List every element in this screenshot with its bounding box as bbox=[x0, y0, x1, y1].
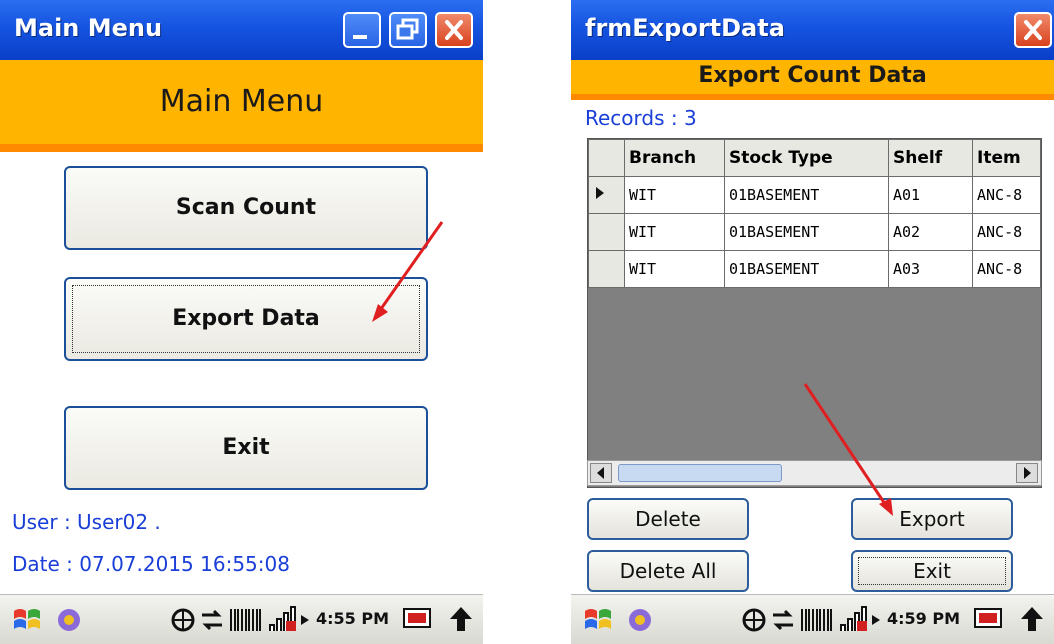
row-header-corner bbox=[588, 139, 625, 177]
table-cell[interactable]: A02 bbox=[888, 213, 973, 251]
main-menu-screen: Main Menu Main Menu Scan Count Export Da… bbox=[0, 0, 483, 644]
close-icon bbox=[1024, 20, 1042, 40]
table-cell[interactable]: 01BASEMENT bbox=[724, 176, 889, 214]
window-title: frmExportData bbox=[585, 14, 785, 42]
records-count: Records : 3 bbox=[585, 106, 697, 130]
column-header[interactable]: Branch bbox=[624, 139, 725, 177]
keyboard-icon[interactable] bbox=[400, 603, 434, 637]
row-selector[interactable] bbox=[588, 213, 625, 251]
start-flag-icon[interactable] bbox=[10, 603, 44, 637]
column-header[interactable]: Stock Type bbox=[724, 139, 889, 177]
user-line: User : User02 . bbox=[12, 510, 161, 534]
table-cell[interactable]: ANC-8 bbox=[972, 176, 1041, 214]
row-selector[interactable] bbox=[588, 250, 625, 288]
close-button[interactable] bbox=[435, 12, 473, 48]
title-bar: frmExportData bbox=[571, 0, 1054, 60]
barcode-icon[interactable] bbox=[228, 603, 264, 637]
table-row[interactable]: WIT 01BASEMENT A02 ANC-8 bbox=[588, 213, 1041, 251]
column-header[interactable]: Shelf bbox=[888, 139, 973, 177]
table-cell[interactable]: 01BASEMENT bbox=[724, 250, 889, 288]
header-banner: Main Menu bbox=[0, 60, 483, 152]
delete-button[interactable]: Delete bbox=[587, 498, 749, 540]
focus-rect bbox=[72, 285, 420, 353]
minimize-button[interactable] bbox=[343, 12, 381, 48]
delete-all-button[interactable]: Delete All bbox=[587, 550, 749, 592]
battery-signal-icon[interactable] bbox=[266, 603, 298, 637]
table-cell[interactable]: ANC-8 bbox=[972, 213, 1041, 251]
close-icon bbox=[445, 20, 463, 40]
taskbar: 4:59 PM bbox=[571, 594, 1054, 644]
sync-icon[interactable] bbox=[623, 603, 657, 637]
table-cell[interactable]: WIT bbox=[624, 213, 725, 251]
taskbar-clock[interactable]: 4:55 PM bbox=[316, 609, 389, 628]
sync-icon[interactable] bbox=[52, 603, 86, 637]
minimize-icon bbox=[353, 35, 367, 39]
scroll-left-button[interactable] bbox=[590, 463, 612, 483]
start-flag-icon[interactable] bbox=[581, 603, 615, 637]
table-cell[interactable]: 01BASEMENT bbox=[724, 213, 889, 251]
arrow-left-icon bbox=[597, 467, 604, 479]
keyboard-icon[interactable] bbox=[971, 603, 1005, 637]
close-button[interactable] bbox=[1014, 12, 1052, 48]
row-selector[interactable] bbox=[588, 176, 625, 214]
window-title: Main Menu bbox=[14, 14, 163, 42]
column-header[interactable]: Item bbox=[972, 139, 1041, 177]
network-icon[interactable] bbox=[739, 603, 769, 637]
battery-signal-icon[interactable] bbox=[837, 603, 869, 637]
connection-icon[interactable] bbox=[769, 603, 797, 637]
table-cell[interactable]: ANC-8 bbox=[972, 250, 1041, 288]
table-cell[interactable]: A03 bbox=[888, 250, 973, 288]
scroll-thumb[interactable] bbox=[618, 464, 782, 482]
scan-count-button[interactable]: Scan Count bbox=[64, 166, 428, 250]
barcode-icon[interactable] bbox=[799, 603, 835, 637]
table-cell[interactable]: WIT bbox=[624, 176, 725, 214]
title-bar: Main Menu bbox=[0, 0, 483, 60]
restore-icon bbox=[396, 18, 419, 40]
restore-button[interactable] bbox=[389, 12, 427, 48]
current-row-icon bbox=[596, 187, 604, 199]
export-data-button[interactable]: Export Data bbox=[64, 277, 428, 361]
network-icon[interactable] bbox=[168, 603, 198, 637]
focus-rect bbox=[858, 557, 1006, 585]
export-data-screen: frmExportData Export Count Data Records … bbox=[571, 0, 1054, 644]
exit-button[interactable]: Exit bbox=[851, 550, 1013, 592]
taskbar: 4:55 PM bbox=[0, 594, 483, 644]
date-line: Date : 07.07.2015 16:55:08 bbox=[12, 552, 290, 576]
arrow-right-icon[interactable] bbox=[869, 603, 883, 637]
grid-table: Branch Stock Type Shelf Item WIT 01BASEM… bbox=[588, 139, 1041, 288]
export-button[interactable]: Export bbox=[851, 498, 1013, 540]
data-grid[interactable]: Branch Stock Type Shelf Item WIT 01BASEM… bbox=[587, 138, 1042, 488]
up-arrow-icon[interactable] bbox=[446, 603, 476, 637]
header-banner: Export Count Data bbox=[571, 60, 1054, 100]
taskbar-clock[interactable]: 4:59 PM bbox=[887, 609, 960, 628]
table-cell[interactable]: A01 bbox=[888, 176, 973, 214]
arrow-right-icon bbox=[1024, 467, 1031, 479]
arrow-right-icon[interactable] bbox=[298, 603, 312, 637]
horizontal-scrollbar[interactable] bbox=[587, 460, 1042, 486]
table-row[interactable]: WIT 01BASEMENT A03 ANC-8 bbox=[588, 250, 1041, 288]
table-row[interactable]: WIT 01BASEMENT A01 ANC-8 bbox=[588, 176, 1041, 214]
scroll-right-button[interactable] bbox=[1016, 463, 1038, 483]
table-cell[interactable]: WIT bbox=[624, 250, 725, 288]
up-arrow-icon[interactable] bbox=[1017, 603, 1047, 637]
exit-button[interactable]: Exit bbox=[64, 406, 428, 490]
connection-icon[interactable] bbox=[198, 603, 226, 637]
